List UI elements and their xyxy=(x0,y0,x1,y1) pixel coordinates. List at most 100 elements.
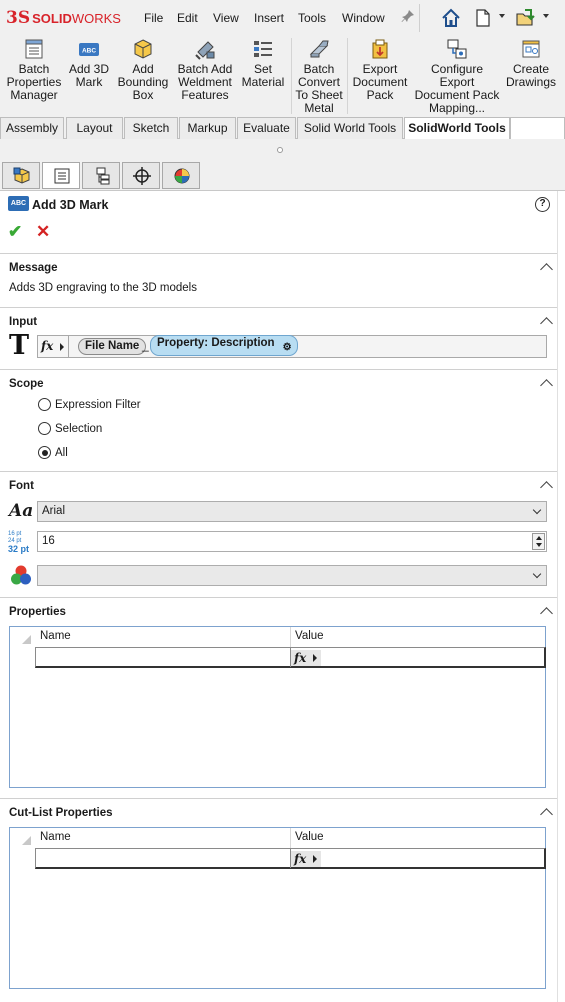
create-drawings-button[interactable]: Create Drawings xyxy=(504,38,558,89)
col-value[interactable]: Value xyxy=(295,630,324,642)
panel-resize-gutter[interactable] xyxy=(557,191,565,1002)
table-row[interactable]: fx xyxy=(35,647,546,668)
export-pack-icon xyxy=(372,39,388,59)
fx-button[interactable]: fx xyxy=(291,851,321,867)
property-manager-icon xyxy=(54,168,70,184)
tab-solid-world-tools[interactable]: Solid World Tools xyxy=(297,117,403,139)
font-size-icon: 16 pt 24 pt 32 pt xyxy=(8,531,34,554)
collapse-caret-icon[interactable] xyxy=(541,262,553,270)
select-all-icon[interactable] xyxy=(10,828,35,848)
feature-manager-tab[interactable] xyxy=(2,162,40,189)
grid-header: Name Value xyxy=(10,828,545,848)
svg-text:ABC: ABC xyxy=(82,48,96,55)
solidworks-logo[interactable]: 3S SOLID WORKS xyxy=(6,8,121,28)
tab-markup[interactable]: Markup xyxy=(179,117,236,139)
menu-file[interactable]: File xyxy=(144,11,163,25)
select-all-icon[interactable] xyxy=(10,627,35,647)
batch-convert-to-sheet-metal-button[interactable]: Batch Convert To Sheet Metal xyxy=(294,38,344,115)
row-header[interactable] xyxy=(10,848,35,869)
batch-properties-manager-button[interactable]: Batch Properties Manager xyxy=(6,38,62,102)
token-file-name[interactable]: File Name xyxy=(78,338,147,355)
help-icon[interactable]: ? xyxy=(535,197,550,212)
font-size-spinner[interactable] xyxy=(532,533,545,550)
open-dropdown-icon[interactable] xyxy=(543,14,549,18)
cmd-label: Box xyxy=(132,88,154,102)
set-material-button[interactable]: Set Material xyxy=(239,38,287,89)
batch-add-weldment-features-button[interactable]: Batch Add Weldment Features xyxy=(175,38,235,102)
tab-evaluate[interactable]: Evaluate xyxy=(237,117,296,139)
token-property-label: Property: Description xyxy=(157,337,275,349)
radio-all[interactable]: All xyxy=(38,446,68,459)
add-bounding-box-button[interactable]: Add Bounding Box xyxy=(116,38,170,102)
table-row[interactable]: fx xyxy=(35,848,546,869)
tab-sketch[interactable]: Sketch xyxy=(124,117,178,139)
home-icon[interactable] xyxy=(440,7,462,29)
tab-solidworld-tools[interactable]: SolidWorld Tools xyxy=(404,117,510,140)
menu-view[interactable]: View xyxy=(213,11,239,25)
color-select[interactable] xyxy=(37,565,547,586)
new-document-icon[interactable] xyxy=(472,7,494,29)
display-manager-tab[interactable] xyxy=(162,162,200,189)
command-manager: Batch Properties Manager ABC Add 3D Mark… xyxy=(0,36,565,116)
command-tabs: Assembly Layout Sketch Markup Evaluate S… xyxy=(0,116,565,140)
menu-tools[interactable]: Tools xyxy=(298,11,326,25)
gear-icon[interactable]: ⚙ xyxy=(283,341,292,354)
logo-works: WORKS xyxy=(71,10,121,26)
panel-splitter[interactable] xyxy=(0,139,565,161)
cmd-label: Manager xyxy=(10,88,58,102)
font-select[interactable]: Arial xyxy=(37,501,547,522)
command-separator xyxy=(347,38,348,114)
font-group-title: Font xyxy=(9,480,34,492)
weldment-icon xyxy=(195,41,215,60)
menu-insert[interactable]: Insert xyxy=(254,11,284,25)
collapse-caret-icon[interactable] xyxy=(541,316,553,324)
tab-assembly[interactable]: Assembly xyxy=(0,117,64,139)
create-drawings-icon xyxy=(522,40,540,58)
token-property[interactable]: Property: Description ⚙ xyxy=(150,335,298,356)
radio-expression-filter[interactable]: Expression Filter xyxy=(38,398,141,411)
col-name[interactable]: Name xyxy=(40,831,71,843)
tab-layout[interactable]: Layout xyxy=(66,117,123,139)
configure-export-document-pack-mapping-button[interactable]: Configure Export Document Pack Mapping..… xyxy=(413,38,501,115)
pin-icon[interactable] xyxy=(401,9,415,23)
fx-button[interactable]: fx xyxy=(291,650,321,666)
collapse-caret-icon[interactable] xyxy=(541,606,553,614)
open-document-icon[interactable] xyxy=(514,7,536,29)
radio-button-selected[interactable] xyxy=(38,446,51,459)
col-name[interactable]: Name xyxy=(40,630,71,642)
properties-grid[interactable]: Name Value fx xyxy=(9,626,546,788)
properties-manager-icon xyxy=(25,39,43,59)
row-header[interactable] xyxy=(10,647,35,668)
dimxpert-manager-tab[interactable] xyxy=(122,162,160,189)
page-title: Add 3D Mark xyxy=(32,198,109,212)
cmd-label: Metal xyxy=(304,101,334,115)
column-separator[interactable] xyxy=(290,828,291,848)
export-document-pack-button[interactable]: Export Document Pack xyxy=(351,38,409,102)
collapse-caret-icon[interactable] xyxy=(541,378,553,386)
add-3d-mark-button[interactable]: ABC Add 3D Mark xyxy=(66,38,112,89)
group-divider xyxy=(0,253,557,254)
text-expression-input[interactable]: fx File Name _ Property: Description ⚙ xyxy=(37,335,547,358)
new-dropdown-icon[interactable] xyxy=(499,14,505,18)
configuration-manager-tab[interactable] xyxy=(82,162,120,189)
fx-button[interactable]: fx xyxy=(38,336,69,357)
menu-edit[interactable]: Edit xyxy=(177,11,198,25)
cancel-button[interactable]: ✕ xyxy=(36,222,50,242)
collapse-caret-icon[interactable] xyxy=(541,480,553,488)
message-text: Adds 3D engraving to the 3D models xyxy=(9,282,197,294)
column-separator[interactable] xyxy=(290,627,291,647)
font-size-input[interactable]: 16 xyxy=(37,531,547,552)
material-list-icon xyxy=(254,41,272,57)
radio-button[interactable] xyxy=(38,422,51,435)
col-value[interactable]: Value xyxy=(295,831,324,843)
collapse-caret-icon[interactable] xyxy=(541,807,553,815)
radio-button[interactable] xyxy=(38,398,51,411)
radio-selection[interactable]: Selection xyxy=(38,422,102,435)
ok-button[interactable]: ✔ xyxy=(8,222,22,242)
text-icon: T xyxy=(9,330,30,361)
splitter-handle[interactable] xyxy=(277,147,283,153)
property-manager-tab[interactable] xyxy=(42,162,80,189)
cutlist-grid[interactable]: Name Value fx xyxy=(9,827,546,989)
menu-window[interactable]: Window xyxy=(342,11,385,25)
cmd-label: Features xyxy=(181,88,229,102)
